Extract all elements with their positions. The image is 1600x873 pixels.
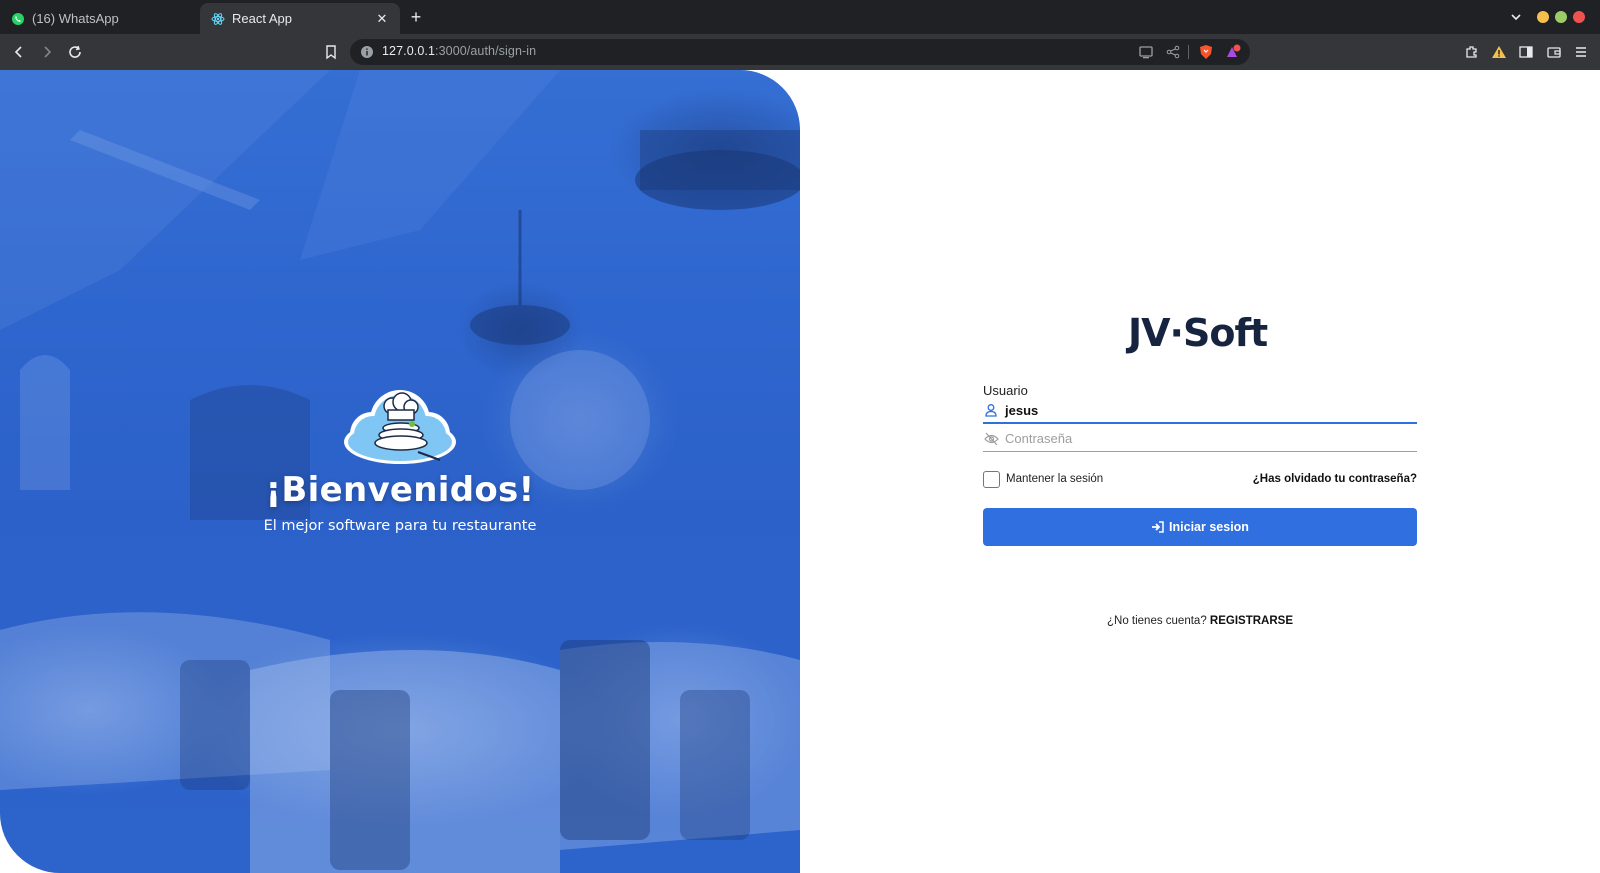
minimize-button[interactable] [1537, 11, 1549, 23]
forgot-password-link[interactable]: ¿Has olvidado tu contraseña? [1253, 473, 1417, 485]
menu-icon[interactable] [1572, 43, 1590, 61]
sign-in-form: Usuario jesus Mantener la sesión ¿Has ol… [983, 383, 1417, 546]
extensions-icon[interactable] [1463, 43, 1481, 61]
welcome-subtitle: El mejor software para tu restaurante [263, 518, 537, 534]
sign-in-page: ¡Bienvenidos! El mejor software para tu … [0, 70, 1600, 873]
whatsapp-icon [10, 11, 26, 27]
browser-toolbar: 127.0.0.1:3000/auth/sign-in [0, 34, 1600, 70]
user-icon [983, 402, 999, 418]
brave-shield-icon[interactable] [1198, 44, 1214, 65]
brand-logo-text: JV·Soft [1128, 311, 1268, 355]
tab-whatsapp[interactable]: (16) WhatsApp [0, 3, 200, 34]
remember-session-checkbox[interactable] [983, 471, 1000, 488]
brave-rewards-icon[interactable] [1224, 43, 1242, 66]
hero-panel: ¡Bienvenidos! El mejor software para tu … [0, 70, 800, 873]
new-tab-button[interactable]: + [405, 6, 427, 28]
close-tab-icon[interactable]: ✕ [374, 11, 390, 27]
url-host: 127.0.0.1 [382, 44, 436, 58]
tab-title: React App [232, 11, 292, 26]
warning-icon[interactable] [1490, 43, 1508, 61]
url-text: 127.0.0.1:3000/auth/sign-in [382, 44, 536, 58]
back-icon[interactable] [10, 43, 28, 61]
tab-react-app[interactable]: React App ✕ [200, 3, 400, 34]
react-icon [210, 11, 226, 27]
password-input[interactable] [1005, 431, 1385, 446]
username-label: Usuario [983, 383, 1028, 398]
username-value: jesus [1005, 402, 1039, 418]
password-field[interactable] [983, 426, 1417, 452]
username-field[interactable]: jesus [983, 398, 1417, 424]
eye-off-icon[interactable] [983, 431, 999, 447]
url-path: :3000/auth/sign-in [435, 44, 537, 58]
maximize-button[interactable] [1555, 11, 1567, 23]
wallet-icon[interactable] [1545, 43, 1563, 61]
form-options: Mantener la sesión ¿Has olvidado tu cont… [983, 470, 1417, 490]
welcome-title: ¡Bienvenidos! [265, 470, 535, 510]
close-window-button[interactable] [1573, 11, 1585, 23]
sign-in-button-label: Iniciar sesion [1169, 520, 1249, 534]
chef-cloud-logo [344, 390, 456, 464]
forward-icon[interactable] [38, 43, 56, 61]
bookmark-icon[interactable] [322, 43, 340, 61]
signup-prompt: ¿No tienes cuenta? REGISTRARSE [983, 615, 1417, 627]
sign-in-icon [1151, 520, 1165, 534]
chevron-down-icon[interactable] [1508, 9, 1524, 25]
sidebar-icon[interactable] [1517, 43, 1535, 61]
share-icon[interactable] [1166, 45, 1180, 64]
site-info-icon[interactable] [360, 45, 374, 64]
address-bar[interactable]: 127.0.0.1:3000/auth/sign-in [350, 39, 1250, 65]
reload-icon[interactable] [66, 43, 84, 61]
register-link[interactable]: REGISTRARSE [1210, 615, 1293, 627]
remember-session-label[interactable]: Mantener la sesión [1006, 473, 1103, 485]
toolbar-divider [1188, 45, 1189, 59]
signup-text: ¿No tienes cuenta? [1106, 615, 1207, 627]
cast-icon[interactable] [1138, 45, 1154, 64]
hero-content: ¡Bienvenidos! El mejor software para tu … [0, 390, 800, 534]
tab-title: (16) WhatsApp [32, 11, 119, 26]
browser-tab-bar: (16) WhatsApp React App ✕ + [0, 0, 1600, 34]
jvsoft-logo: JV·Soft [1128, 308, 1272, 358]
sign-in-button[interactable]: Iniciar sesion [983, 508, 1417, 546]
